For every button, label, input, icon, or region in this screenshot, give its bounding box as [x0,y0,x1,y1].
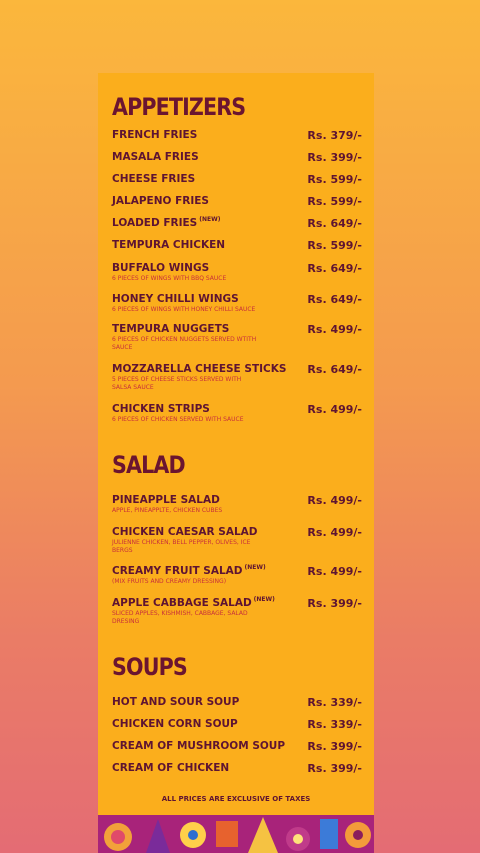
section-title: APPETIZERS [112,93,246,121]
item-name-text: CREAMY FRUIT SALAD [112,565,243,577]
menu-item: MASALA FRIES Rs. 399/- [112,151,362,164]
menu-item: CREAM OF CHICKEN Rs. 399/- [112,762,362,775]
menu-item: APPLE CABBAGE SALAD (NEW) SLICED APPLES, K… [112,596,362,626]
item-name-text: HONEY CHILLI WINGS [112,293,239,305]
item-price: Rs. 399/- [307,740,362,753]
menu-item: JALAPENO FRIES Rs. 599/- [112,195,362,208]
item-name-text: CHEESE FRIES [112,173,196,185]
item-price: Rs. 399/- [307,151,362,164]
menu-item: BUFFALO WINGS 6 PIECES OF WINGS WITH BBQ … [112,262,362,283]
item-description: 5 PIECES OF CHEESE STICKS SERVED WITH SA… [112,376,242,391]
section-title: SOUPS [112,653,188,681]
new-tag: (NEW) [199,216,221,223]
item-price: Rs. 499/- [307,565,362,578]
menu-item: HONEY CHILLI WINGS 6 PIECES OF WINGS WITH… [112,293,362,314]
item-description: APPLE, PINEAPPLTE, CHICKEN CUBES [112,507,223,514]
item-description: JULIENNE CHICKEN, BELL PEPPER, OLIVES, I… [112,539,251,554]
menu-item: CHEESE FRIES Rs. 599/- [112,173,362,186]
item-price: Rs. 499/- [307,494,362,507]
item-description: 6 PIECES OF CHICKEN SERVED WITH SAUCE [112,416,244,423]
item-price: Rs. 499/- [307,403,362,416]
menu-item: LOADED FRIES (NEW) Rs. 649/- [112,216,362,230]
menu-item: MOZZARELLA CHEESE STICKS 5 PIECES OF CHEE… [112,363,362,392]
item-price: Rs. 379/- [307,129,362,142]
item-name-text: APPLE CABBAGE SALAD [112,597,252,609]
item-name-text: BUFFALO WINGS [112,262,210,274]
item-price: Rs. 399/- [307,762,362,775]
menu-item: HOT AND SOUR SOUP Rs. 339/- [112,696,362,709]
item-price: Rs. 649/- [307,293,362,306]
item-name-text: CHICKEN CORN SOUP [112,718,238,730]
menu-item: CHICKEN STRIPS 6 PIECES OF CHICKEN SERVED… [112,403,362,424]
item-name-text: TEMPURA NUGGETS [112,323,230,335]
item-price: Rs. 599/- [307,239,362,252]
item-price: Rs. 399/- [307,597,362,610]
item-name-text: MASALA FRIES [112,151,199,163]
new-tag: (NEW) [253,596,275,603]
item-price: Rs. 599/- [307,173,362,186]
section-title: SALAD [112,451,186,479]
menu-item: PINEAPPLE SALAD APPLE, PINEAPPLTE, CHICKE… [112,494,362,515]
item-name-text: MOZZARELLA CHEESE STICKS [112,363,287,375]
item-name-text: CREAM OF CHICKEN [112,762,230,774]
item-price: Rs. 499/- [307,323,362,336]
item-description: SLICED APPLES, KISHMISH, CABBAGE, SALAD … [112,610,248,625]
menu-item: TEMPURA CHICKEN Rs. 599/- [112,239,362,252]
menu-item: CREAMY FRUIT SALAD (NEW) (MIX FRUITS AND C… [112,564,362,586]
item-description: (MIX FRUITS AND CREAMY DRESSING) [112,578,227,585]
item-name-text: CREAM OF MUSHROOM SOUP [112,740,286,752]
item-name-text: TEMPURA CHICKEN [112,239,226,251]
item-description: 6 PIECES OF WINGS WITH HONEY CHILLI SAUC… [112,306,256,313]
item-price: Rs. 499/- [307,526,362,539]
tax-note: ALL PRICES ARE EXCLUSIVE OF TAXES [161,795,311,803]
item-price: Rs. 339/- [307,696,362,709]
item-name-text: LOADED FRIES [112,217,198,229]
menu-item: CHICKEN CAESAR SALAD JULIENNE CHICKEN, BE… [112,526,362,555]
menu-item: CHICKEN CORN SOUP Rs. 339/- [112,718,362,731]
item-name-text: CHICKEN CAESAR SALAD [112,526,258,538]
item-name-text: FRENCH FRIES [112,129,198,141]
item-price: Rs. 649/- [307,262,362,275]
item-price: Rs. 339/- [307,718,362,731]
item-price: Rs. 599/- [307,195,362,208]
menu-item: TEMPURA NUGGETS 6 PIECES OF CHICKEN NUGGE… [112,323,362,352]
item-name-text: JALAPENO FRIES [112,195,209,207]
menu-card: ALL PRICES ARE EXCLUSIVE OF TAXES APPETI… [98,73,374,853]
item-price: Rs. 649/- [307,363,362,376]
new-tag: (NEW) [244,564,266,571]
menu-item: FRENCH FRIES Rs. 379/- [112,129,362,142]
item-price: Rs. 649/- [307,217,362,230]
item-description: 6 PIECES OF WINGS WITH BBQ SAUCE [112,275,227,282]
item-description: 6 PIECES OF CHICKEN NUGGETS SERVED WTITH… [112,336,257,351]
item-name-text: PINEAPPLE SALAD [112,494,220,506]
item-name-text: HOT AND SOUR SOUP [112,696,240,708]
decorative-pattern [98,815,374,853]
item-name-text: CHICKEN STRIPS [112,403,210,415]
menu-item: CREAM OF MUSHROOM SOUP Rs. 399/- [112,740,362,753]
